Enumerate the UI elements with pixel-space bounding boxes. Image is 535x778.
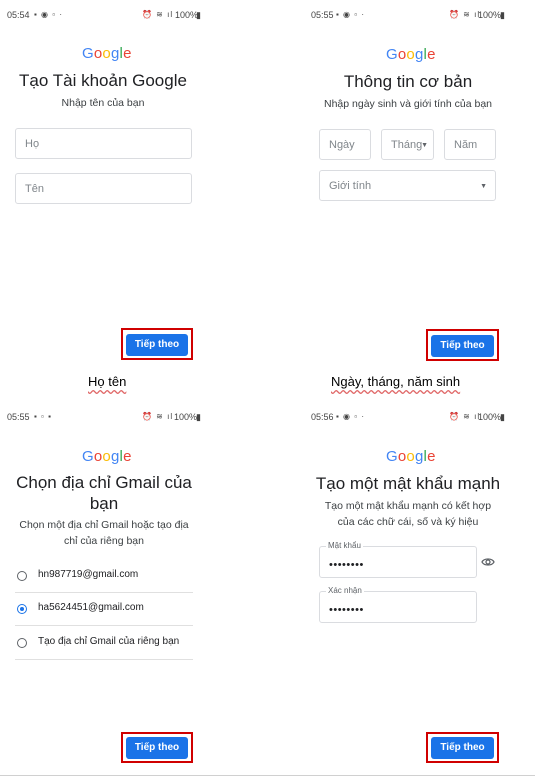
gmail-option-label: Tạo địa chỉ Gmail của riêng bạn	[38, 636, 180, 647]
signal-icons: ⏰ ≋ ıl	[142, 10, 174, 19]
day-placeholder: Ngày	[329, 138, 355, 151]
page-title-line1: Chọn địa chỉ Gmail của	[16, 473, 192, 492]
notification-icons: ▪ ◉ ▫ ·	[336, 10, 365, 19]
password-label: Mật khẩu	[326, 541, 363, 550]
page-subtitle-line2: chỉ của riêng bạn	[64, 535, 144, 547]
next-button[interactable]: Tiếp theo	[126, 737, 188, 759]
page-subtitle-line1: Tạo một mật khẩu mạnh có kết hợp	[324, 500, 492, 512]
page-title-line2: bạn	[89, 494, 119, 513]
year-field[interactable]: Năm	[444, 129, 496, 160]
status-time: 05:55	[311, 10, 334, 20]
battery-icon: ▮	[500, 412, 505, 422]
next-button[interactable]: Tiếp theo	[431, 335, 494, 357]
battery-level: 100%	[478, 10, 502, 20]
eye-icon[interactable]	[481, 555, 495, 569]
gmail-option-label: ha5624451@gmail.com	[38, 602, 144, 613]
page-subtitle: Nhập tên của bạn	[61, 97, 145, 109]
last-name-field[interactable]: Họ	[15, 128, 192, 159]
signal-icons: ⏰ ≋ ıl	[142, 412, 174, 421]
status-time: 05:54	[7, 10, 30, 20]
page-title: Thông tin cơ bản	[343, 72, 473, 91]
confirm-value: ••••••••	[329, 604, 364, 616]
page-title: Tạo Tài khoản Google	[19, 71, 187, 90]
caption-birthdate: Ngày, tháng, năm sinh	[331, 374, 461, 389]
google-logo: Google	[82, 448, 132, 465]
notification-icons: ▪ ▫ ▪	[34, 412, 52, 421]
last-name-placeholder: Họ	[25, 137, 40, 150]
radio-button-selected[interactable]	[17, 604, 27, 614]
day-field[interactable]: Ngày	[319, 129, 371, 160]
notification-icons: ▪ ◉ ▫ ·	[34, 10, 63, 19]
status-time: 05:56	[311, 412, 334, 422]
next-button[interactable]: Tiếp theo	[126, 334, 188, 356]
chevron-down-icon: ▼	[480, 183, 487, 190]
signal-icons: ⏰ ≋ ıl	[449, 412, 481, 421]
status-bar: 05:54 ▪ ◉ ▫ · ⏰ ≋ ıl 100% ▮	[0, 0, 267, 28]
page-subtitle-line1: Chọn một địa chỉ Gmail hoặc tạo địa	[19, 519, 189, 531]
gmail-option[interactable]: hn987719@gmail.com	[15, 560, 193, 593]
caption-name: Họ tên	[88, 374, 127, 389]
google-logo: Google	[386, 448, 436, 465]
battery-icon: ▮	[196, 412, 201, 422]
first-name-placeholder: Tên	[25, 182, 44, 195]
google-logo: Google	[386, 46, 436, 63]
gmail-option[interactable]: ha5624451@gmail.com	[15, 593, 193, 626]
battery-level: 100%	[175, 10, 199, 20]
notification-icons: ▪ ◉ ▫ ·	[336, 412, 365, 421]
confirm-label: Xác nhận	[326, 586, 364, 595]
bottom-divider	[0, 775, 535, 776]
status-time: 05:55	[7, 412, 30, 422]
status-bar: 05:55 ▪ ▫ ▪ ⏰ ≋ ıl 100% ▮	[0, 402, 267, 430]
first-name-field[interactable]: Tên	[15, 173, 192, 204]
status-bar: 05:56 ▪ ◉ ▫ · ⏰ ≋ ıl 100% ▮	[305, 402, 535, 430]
battery-level: 100%	[174, 412, 198, 422]
next-button[interactable]: Tiếp theo	[431, 737, 494, 759]
year-placeholder: Năm	[454, 138, 478, 151]
radio-button[interactable]	[17, 638, 27, 648]
battery-level: 100%	[478, 412, 502, 422]
status-bar: 05:55 ▪ ◉ ▫ · ⏰ ≋ ıl 100% ▮	[305, 0, 535, 28]
gender-select[interactable]: Giới tính ▼	[319, 170, 496, 201]
page-subtitle-line2: của các chữ cái, số và ký hiệu	[337, 516, 479, 528]
signal-icons: ⏰ ≋ ıl	[449, 10, 481, 19]
month-select[interactable]: Tháng ▼	[381, 129, 434, 160]
radio-button[interactable]	[17, 571, 27, 581]
password-field[interactable]: Mật khẩu ••••••••	[319, 541, 477, 578]
battery-icon: ▮	[196, 10, 201, 20]
gmail-option-custom[interactable]: Tạo địa chỉ Gmail của riêng bạn	[15, 627, 193, 660]
chevron-down-icon: ▼	[421, 142, 428, 149]
battery-icon: ▮	[500, 10, 505, 20]
gmail-option-label: hn987719@gmail.com	[38, 569, 139, 580]
gender-placeholder: Giới tính	[329, 179, 372, 192]
page-title: Tạo một mật khẩu mạnh	[315, 474, 501, 493]
password-value: ••••••••	[329, 559, 364, 571]
page-subtitle: Nhập ngày sinh và giới tính của bạn	[324, 98, 492, 110]
month-placeholder: Tháng	[391, 138, 423, 151]
confirm-password-field[interactable]: Xác nhận ••••••••	[319, 586, 477, 623]
google-logo: Google	[82, 45, 132, 62]
